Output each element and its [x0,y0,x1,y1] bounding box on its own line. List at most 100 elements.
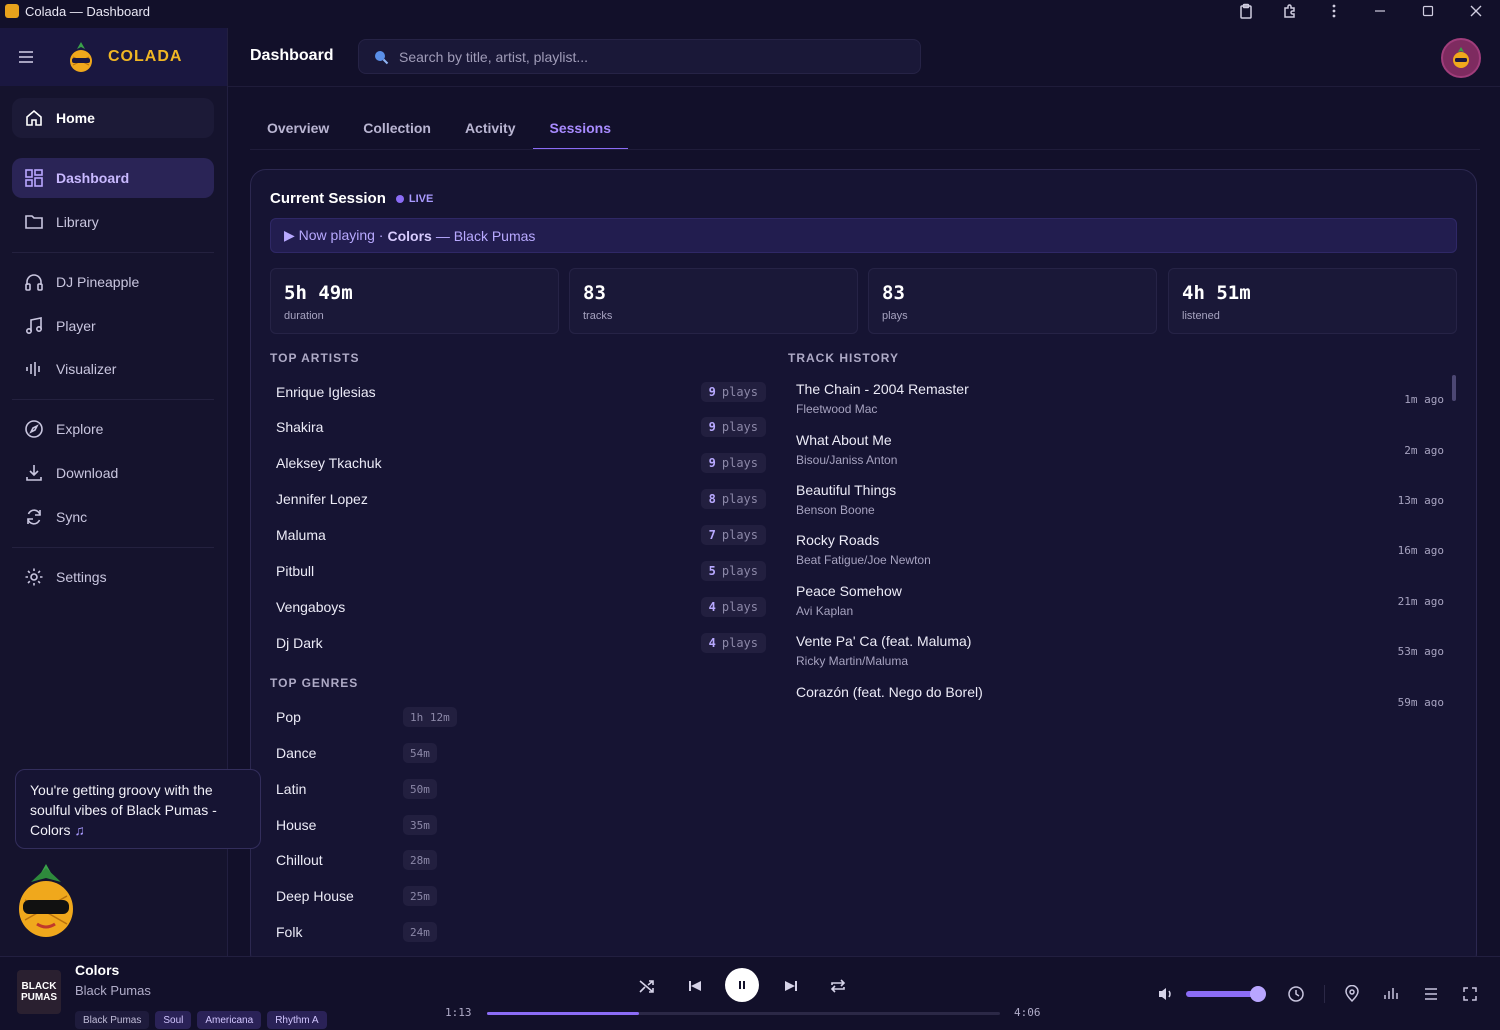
sidebar-item-library[interactable]: Library [12,202,214,242]
genre-row[interactable]: Folk 24m [270,914,470,950]
sidebar-item-player[interactable]: Player [12,306,214,346]
album-cover[interactable]: BLACK PUMAS [17,970,61,1014]
next-button[interactable] [780,975,802,997]
history-row[interactable]: Corazón (feat. Nego do Borel) 59m ago [788,678,1448,707]
history-row[interactable]: Rocky Roads Beat Fatigue/Joe Newton 16m ag… [788,526,1448,576]
genre-name: Dance [276,745,317,761]
tab-overview[interactable]: Overview [250,108,346,150]
dj-message-toast: You're getting groovy with the soulful v… [15,769,261,849]
hamburger-menu-icon[interactable] [18,50,58,64]
genre-row[interactable]: Latin 50m [270,771,470,807]
close-button[interactable] [1452,0,1500,22]
history-row[interactable]: Vente Pa' Ca (feat. Maluma) Ricky Martin/… [788,627,1448,677]
genre-duration: 1h 12m [403,707,457,727]
search-box[interactable] [358,39,921,74]
sidebar-item-visualizer[interactable]: Visualizer [12,349,214,389]
header-divider [228,86,1500,87]
history-row[interactable]: The Chain - 2004 Remaster Fleetwood Mac 1m… [788,375,1448,425]
tag-chip[interactable]: Americana [197,1011,262,1029]
artist-row[interactable]: Jennifer Lopez 8 plays [270,481,766,517]
minimize-button[interactable] [1356,0,1404,22]
genre-row[interactable]: House 35m [270,807,470,843]
volume-icon[interactable] [1157,986,1175,1002]
tab-sessions[interactable]: Sessions [532,108,628,150]
genre-name: Deep House [276,888,354,904]
clipboard-icon[interactable] [1224,0,1268,22]
sidebar-item-download[interactable]: Download [12,453,214,493]
history-scrollbar[interactable] [1452,375,1456,401]
track-time-ago: 2m ago [1404,444,1444,457]
artist-row[interactable]: Enrique Iglesias 9 plays [270,374,766,410]
now-playing-banner: ▶ Now playing · Colors — Black Pumas [270,218,1457,253]
genre-row[interactable]: Pop 1h 12m [270,699,470,735]
history-button[interactable] [1286,984,1306,1004]
extension-icon[interactable] [1268,0,1312,22]
repeat-button[interactable] [827,975,849,997]
progress-bar[interactable] [487,1012,1000,1015]
plays-badge: 8 plays [700,489,766,509]
sidebar-item-label: Explore [56,421,104,437]
tag-chip[interactable]: Black Pumas [75,1011,150,1029]
tag-chip[interactable]: Soul [155,1011,192,1029]
genre-row[interactable]: Chillout 28m [270,842,470,878]
tag-chip[interactable]: Rhythm A [267,1011,327,1029]
sidebar-item-label: Download [56,465,119,481]
artist-row[interactable]: Aleksey Tkachuk 9 plays [270,445,766,481]
sidebar-item-settings[interactable]: Settings [12,557,214,597]
track-title: Corazón (feat. Nego do Borel) [796,684,983,700]
stat-value: 5h 49m [284,282,353,304]
player-track-artist[interactable]: Black Pumas [75,983,151,998]
avatar[interactable] [1441,38,1481,78]
track-time-ago: 21m ago [1397,595,1444,608]
previous-button[interactable] [684,975,706,997]
history-row[interactable]: Beautiful Things Benson Boone 13m ago [788,476,1448,526]
artist-row[interactable]: Dj Dark 4 plays [270,625,766,661]
sidebar-item-label: Settings [56,569,107,585]
sidebar-item-dashboard[interactable]: Dashboard [12,158,214,198]
track-time-ago: 13m ago [1397,494,1444,507]
shuffle-button[interactable] [636,975,658,997]
artist-row[interactable]: Vengaboys 4 plays [270,589,766,625]
sidebar-item-home[interactable]: Home [12,98,214,138]
music-note-icon: ♫ [74,822,85,838]
artist-row[interactable]: Pitbull 5 plays [270,553,766,589]
search-input[interactable] [399,48,879,65]
sidebar-item-label: Home [56,110,95,126]
stat-value: 83 [882,282,905,304]
pause-button[interactable] [725,968,759,1002]
sidebar-item-label: Visualizer [56,361,117,377]
queue-button[interactable] [1421,984,1441,1004]
equalizer-button[interactable] [1381,984,1401,1004]
artist-row[interactable]: Shakira 9 plays [270,409,766,445]
plays-badge: 9 plays [700,453,766,473]
stat-tracks: 83 tracks [569,268,858,334]
sidebar-item-explore[interactable]: Explore [12,409,214,449]
genre-row[interactable]: Deep House 25m [270,878,470,914]
artist-name: Vengaboys [276,599,346,615]
download-icon [26,465,42,481]
tabs-divider [250,149,1480,150]
sidebar-item-dj-pineapple[interactable]: DJ Pineapple [12,262,214,302]
location-button[interactable] [1342,984,1362,1004]
genre-name: Latin [276,781,307,797]
artist-row[interactable]: Maluma 7 plays [270,517,766,553]
fullscreen-button[interactable] [1460,984,1480,1004]
tab-activity[interactable]: Activity [448,108,533,150]
tab-collection[interactable]: Collection [346,108,448,150]
genre-duration: 24m [403,922,437,942]
sidebar-item-sync[interactable]: Sync [12,497,214,537]
genre-row[interactable]: Dance 54m [270,735,470,771]
track-title: The Chain - 2004 Remaster [796,381,969,397]
more-vertical-icon[interactable] [1312,0,1356,22]
history-row[interactable]: What About Me Bisou/Janiss Anton 2m ago [788,426,1448,476]
artist-name: Jennifer Lopez [276,491,368,507]
stat-label: tracks [583,310,613,322]
player-track-title[interactable]: Colors [75,962,119,978]
genre-name: Chillout [276,852,323,868]
history-row[interactable]: Peace Somehow Avi Kaplan 21m ago [788,577,1448,627]
volume-slider[interactable] [1186,986,1267,1002]
pineapple-mascot-icon[interactable] [13,862,79,940]
sidebar-item-label: Sync [56,509,88,525]
track-history-list[interactable]: The Chain - 2004 Remaster Fleetwood Mac 1m… [788,375,1458,707]
maximize-button[interactable] [1404,0,1452,22]
